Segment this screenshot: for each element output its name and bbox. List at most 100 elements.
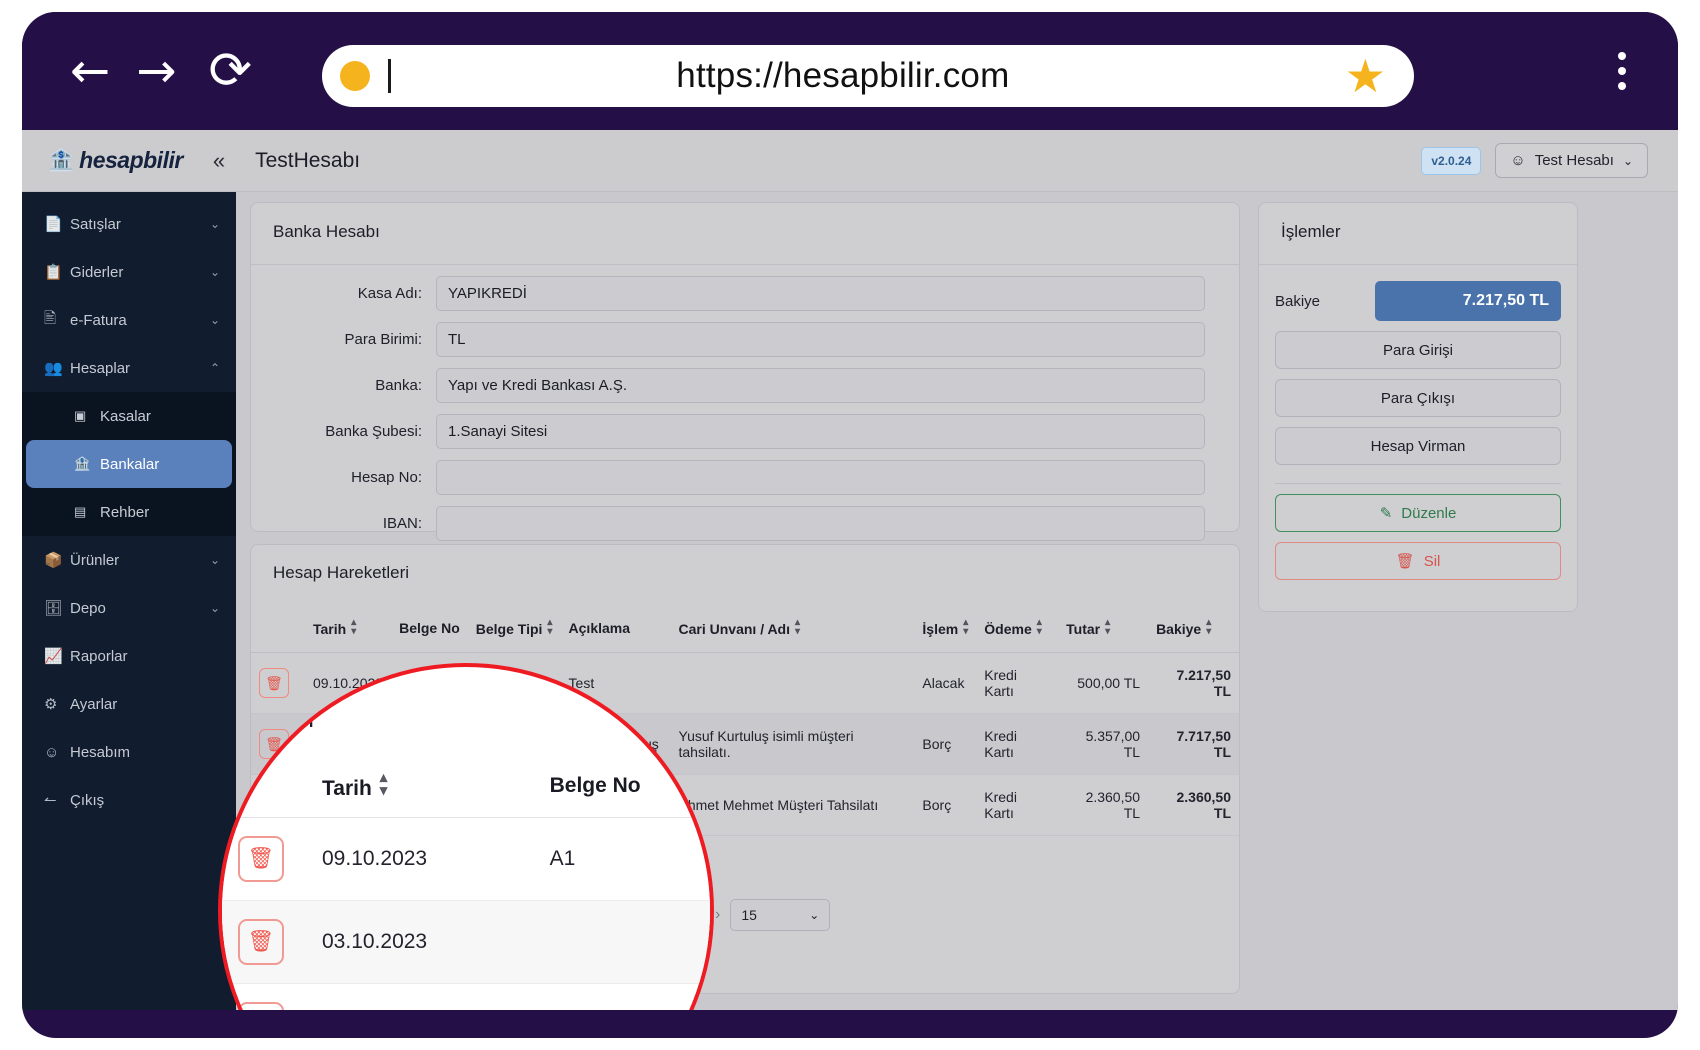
para-birimi-field[interactable]: TL	[436, 322, 1205, 357]
sidebar-item-rehber[interactable]: ▤ Rehber	[22, 488, 236, 536]
bank-icon: 🏦	[74, 456, 91, 471]
table-row[interactable]: 🗑 09.10.2023 A1 Gider Test	[222, 817, 710, 901]
browser-menu-icon[interactable]	[1618, 52, 1626, 90]
kasa-adi-field[interactable]: YAPIKREDİ	[436, 276, 1205, 311]
sidebar-item-ayarlar[interactable]: ⚙ Ayarlar	[22, 680, 236, 728]
sort-icon[interactable]: ▴ ▾	[795, 618, 800, 637]
table-row[interactable]: 🗑 25.09.2023 Cari Tahsilat Ahmet Meh	[222, 983, 710, 1010]
brand-logo[interactable]: 🏦 hesapbilir	[48, 147, 183, 174]
url-text[interactable]: https://hesapbilir.com	[341, 56, 1345, 96]
sort-icon[interactable]: ▴ ▾	[351, 618, 356, 637]
reload-icon[interactable]: ⟳	[208, 45, 252, 97]
column-cari[interactable]: Cari Unvanı / Adı ▴ ▾	[670, 603, 915, 653]
column-odeme[interactable]: Ödeme ▴ ▾	[976, 603, 1059, 653]
trash-icon[interactable]: 🗑	[238, 918, 284, 965]
cell-tutar: 2.360,50 TL	[1058, 774, 1149, 836]
pagination-next-icon[interactable]: ›	[715, 906, 720, 924]
column-label: Bakiye	[1156, 621, 1202, 637]
duzenle-button[interactable]: ✎ Düzenle	[1275, 494, 1561, 532]
sidebar-item-label: Hesabım	[70, 743, 131, 761]
para-cikisi-button[interactable]: Para Çıkışı	[1275, 379, 1561, 417]
address-bar[interactable]: https://hesapbilir.com ★	[322, 45, 1414, 107]
table-row[interactable]: 🗑 03.10.2023 Cari Tahsilat Yusuf Kurtu	[222, 900, 710, 984]
column-aciklama[interactable]: Açıklama	[560, 603, 671, 653]
sort-icon[interactable]: ▴ ▾	[547, 618, 552, 637]
column-belge-no[interactable]: Belge No	[391, 603, 468, 653]
sort-icon[interactable]: ▴ ▾	[963, 618, 968, 637]
browser-window: ← → ⟳ https://hesapbilir.com ★ 🏦 hesapbi…	[22, 12, 1678, 1038]
form-row-banka-subesi: Banka Şubesi: 1.Sanayi Sitesi	[251, 414, 1239, 449]
sidebar-item-giderler[interactable]: 📋 Giderler ⌄	[22, 248, 236, 296]
user-name: Test Hesabı	[1534, 152, 1614, 169]
sidebar: 📄 Satışlar ⌄ 📋 Giderler ⌄ 🖹 e-Fatura ⌄ 👥…	[22, 192, 236, 1010]
sidebar-item-label: Ürünler	[70, 551, 120, 569]
magnified-section-title: ...etleri	[236, 703, 315, 733]
bakiye-value[interactable]: 7.217,50 TL	[1375, 281, 1561, 321]
hesap-virman-button[interactable]: Hesap Virman	[1275, 427, 1561, 465]
operations-card: İşlemler Bakiye 7.217,50 TL Para Girişi …	[1258, 202, 1578, 612]
sort-icon[interactable]: ▴ ▾	[1037, 618, 1042, 637]
page-title: TestHesabı	[255, 148, 361, 172]
form-row-hesap-no: Hesap No:	[251, 460, 1239, 495]
duzenle-label: Düzenle	[1401, 504, 1457, 522]
sidebar-item-label: Ayarlar	[70, 695, 118, 713]
chevron-down-icon: ⌄	[1622, 153, 1633, 168]
cell-tutar: 5.357,00 TL	[1058, 713, 1149, 775]
iban-field[interactable]	[436, 506, 1205, 541]
einvoice-icon: 🖹	[44, 309, 57, 327]
sidebar-item-e-fatura[interactable]: 🖹 e-Fatura ⌄	[22, 296, 236, 344]
column-label: Cari Unvanı / Adı	[678, 621, 791, 637]
column-tutar[interactable]: Tutar ▴ ▾	[1058, 603, 1149, 653]
expenses-icon: 📋	[44, 264, 63, 281]
cell-odeme: Kredi Kartı	[976, 774, 1059, 836]
column-tarih[interactable]: Tarih ▴ ▾	[312, 756, 540, 818]
table-header-row: Tarih ▴ ▾ Belge No Belge Tipi ▴ ▾ Açıklama C…	[251, 603, 1239, 653]
back-icon[interactable]: ←	[70, 47, 110, 95]
brand-name: hesapbilir	[79, 147, 183, 173]
sort-icon[interactable]: ▴ ▾	[1105, 618, 1110, 637]
form-row-banka: Banka: Yapı ve Kredi Bankası A.Ş.	[251, 368, 1239, 403]
column-islem[interactable]: İşlem ▴ ▾	[914, 603, 977, 653]
bookmark-star-icon[interactable]: ★	[1345, 53, 1386, 99]
sidebar-item-label: Bankalar	[100, 455, 160, 473]
sort-icon[interactable]: ▴ ▾	[1206, 618, 1211, 637]
logout-icon: ↼	[44, 792, 57, 809]
hesap-no-field[interactable]	[436, 460, 1205, 495]
column-belge-no[interactable]: Belge No	[539, 756, 710, 818]
divider	[251, 264, 1239, 265]
sidebar-item-depo[interactable]: 🗄 Depo ⌄	[22, 584, 236, 632]
sidebar-item-hesabim[interactable]: ☺ Hesabım	[22, 728, 236, 776]
divider	[1259, 264, 1577, 265]
forward-icon[interactable]: →	[136, 47, 176, 95]
sidebar-collapse-icon[interactable]: «	[213, 148, 225, 174]
user-menu[interactable]: ☺ Test Hesabı ⌄	[1495, 143, 1648, 178]
sort-icon[interactable]: ▴ ▾	[380, 770, 388, 797]
chevron-down-icon: ⌄	[209, 601, 220, 615]
reports-icon: 📈	[44, 648, 63, 665]
column-tarih[interactable]: Tarih ▴ ▾	[305, 603, 392, 653]
para-girisi-button[interactable]: Para Girişi	[1275, 331, 1561, 369]
sidebar-item-raporlar[interactable]: 📈 Raporlar	[22, 632, 236, 680]
trash-icon[interactable]: 🗑	[238, 1001, 284, 1010]
bakiye-row: Bakiye 7.217,50 TL	[1275, 281, 1561, 321]
banka-subesi-field[interactable]: 1.Sanayi Sitesi	[436, 414, 1205, 449]
trash-icon[interactable]: 🗑	[238, 835, 284, 882]
cell-bakiye: 7.717,50 TL	[1148, 713, 1239, 775]
column-label: Belge Tipi	[475, 621, 543, 637]
cell-odeme: Kredi Kartı	[976, 652, 1059, 714]
sidebar-item-cikis[interactable]: ↼ Çıkış	[22, 776, 236, 824]
sidebar-item-bankalar[interactable]: 🏦 Bankalar	[26, 440, 232, 488]
sidebar-item-satislar[interactable]: 📄 Satışlar ⌄	[22, 200, 236, 248]
cell-islem: Borç	[914, 713, 977, 775]
field-label: Kasa Adı:	[357, 285, 422, 302]
sidebar-item-hesaplar[interactable]: 👥 Hesaplar ⌃	[22, 344, 236, 392]
accounts-icon: 👥	[44, 360, 63, 377]
sidebar-item-urunler[interactable]: 📦 Ürünler ⌄	[22, 536, 236, 584]
sidebar-item-kasalar[interactable]: ▣ Kasalar	[22, 392, 236, 440]
banka-field[interactable]: Yapı ve Kredi Bankası A.Ş.	[436, 368, 1205, 403]
sil-button[interactable]: 🗑 Sil	[1275, 542, 1561, 580]
column-bakiye[interactable]: Bakiye ▴ ▾	[1148, 603, 1239, 653]
page-size-select[interactable]: 15 ⌄	[730, 899, 831, 931]
column-belge-tipi[interactable]: Belge Tipi ▴ ▾	[467, 603, 561, 653]
person-icon: ☺	[1510, 152, 1526, 169]
